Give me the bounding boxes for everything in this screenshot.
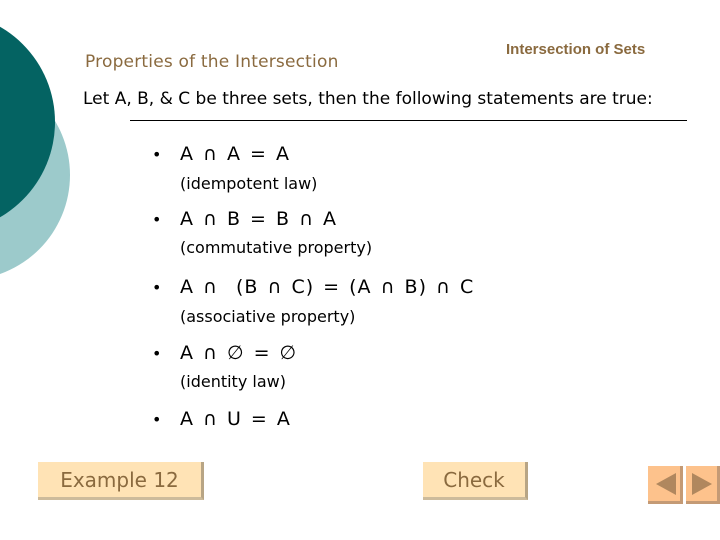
property-item: • A ∩ (B ∩ C) = (A ∩ B) ∩ C	[152, 276, 474, 298]
divider-line	[130, 120, 687, 121]
bullet: •	[152, 210, 162, 229]
bullet: •	[152, 278, 162, 297]
next-slide-button[interactable]	[686, 466, 720, 504]
bullet: •	[152, 344, 162, 363]
property-expression: A ∩ A = A	[180, 143, 290, 165]
intro-text: Let A, B, & C be three sets, then the fo…	[83, 89, 653, 109]
property-item: • A ∩ B = B ∩ A	[152, 208, 337, 230]
previous-slide-button[interactable]	[648, 466, 683, 504]
property-note: (commutative property)	[180, 238, 373, 257]
property-item: • A ∩ U = A	[152, 408, 291, 430]
property-note: (identity law)	[180, 372, 286, 391]
example-button[interactable]: Example 12	[38, 462, 204, 500]
property-expression: A ∩ (B ∩ C) = (A ∩ B) ∩ C	[180, 276, 475, 298]
property-expression: A ∩ U = A	[180, 408, 291, 430]
slide-header: Intersection of Sets	[506, 41, 646, 58]
triangle-right-icon	[692, 473, 712, 495]
property-expression: A ∩ B = B ∩ A	[180, 208, 338, 230]
slide-title: Properties of the Intersection	[85, 52, 339, 72]
property-item: • A ∩ A = A	[152, 143, 290, 165]
property-note: (idempotent law)	[180, 174, 318, 193]
triangle-left-icon	[656, 473, 676, 495]
bullet: •	[152, 410, 162, 429]
bullet: •	[152, 145, 162, 164]
property-item: • A ∩ ∅ = ∅	[152, 342, 297, 364]
check-button[interactable]: Check	[423, 462, 528, 500]
property-note: (associative property)	[180, 307, 356, 326]
property-expression: A ∩ ∅ = ∅	[180, 342, 298, 364]
